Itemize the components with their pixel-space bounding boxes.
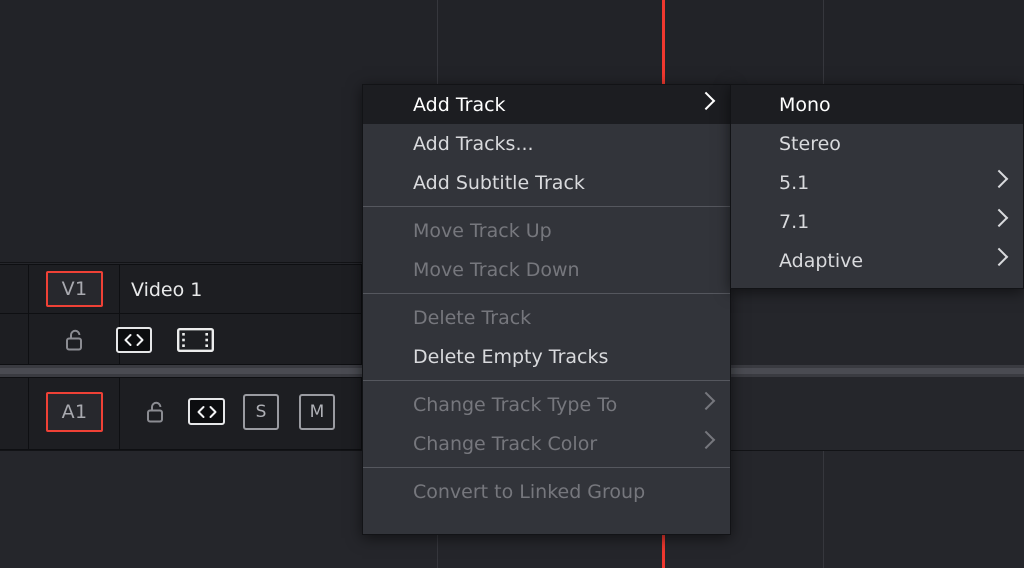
timeline-window: V1 Video 1 A1 S M Add Track Add Tracks..… [0, 0, 1024, 568]
solo-button[interactable]: S [243, 394, 279, 430]
menu-item-delete-track: Delete Track [363, 298, 730, 337]
submenu-item-71[interactable]: 7.1 [731, 202, 1023, 241]
menu-separator [363, 380, 730, 381]
menu-item-change-track-type-to: Change Track Type To [363, 385, 730, 424]
menu-item-label: Move Track Down [413, 258, 580, 281]
lock-open-icon[interactable] [143, 398, 169, 426]
menu-item-label: Delete Track [413, 306, 532, 329]
menu-item-convert-to-linked-group: Convert to Linked Group [363, 472, 730, 511]
video-track-icon[interactable] [177, 328, 214, 352]
menu-separator [363, 293, 730, 294]
auto-select-glyph [124, 334, 144, 346]
lock-open-glyph [66, 329, 82, 351]
menu-item-label: Convert to Linked Group [413, 480, 646, 503]
menu-item-label: Change Track Type To [413, 393, 618, 416]
auto-select-icon[interactable] [188, 398, 225, 425]
track-number-v1[interactable]: V1 [46, 271, 103, 307]
chevron-right-icon [696, 391, 716, 410]
mute-label: M [309, 401, 325, 422]
lock-open-glyph [147, 401, 163, 423]
menu-item-delete-empty-tracks[interactable]: Delete Empty Tracks [363, 337, 730, 376]
submenu-item-51[interactable]: 5.1 [731, 163, 1023, 202]
menu-item-label: Mono [779, 93, 831, 116]
add-track-submenu[interactable]: Mono Stereo 5.1 7.1 Adaptive [730, 84, 1024, 289]
chevron-right-icon [989, 169, 1009, 188]
menu-item-move-track-down: Move Track Down [363, 250, 730, 289]
track-context-menu[interactable]: Add Track Add Tracks... Add Subtitle Tra… [362, 84, 731, 535]
chevron-right-icon [696, 430, 716, 449]
header-column-sep [119, 377, 120, 450]
menu-item-label: Stereo [779, 132, 841, 155]
mute-button[interactable]: M [299, 394, 335, 430]
chevron-right-icon [989, 247, 1009, 266]
menu-separator [363, 206, 730, 207]
header-column-sep [28, 264, 29, 365]
menu-item-label: Move Track Up [413, 219, 552, 242]
menu-item-add-track[interactable]: Add Track [363, 85, 730, 124]
menu-item-label: Change Track Color [413, 432, 598, 455]
menu-item-change-track-color: Change Track Color [363, 424, 730, 463]
chevron-right-icon [989, 208, 1009, 227]
track-name-v1[interactable]: Video 1 [131, 281, 202, 300]
menu-item-add-tracks[interactable]: Add Tracks... [363, 124, 730, 163]
auto-select-icon[interactable] [116, 327, 152, 353]
menu-separator [363, 467, 730, 468]
lock-open-icon[interactable] [62, 327, 88, 353]
menu-item-label: Add Tracks... [413, 132, 534, 155]
menu-item-label: Add Track [413, 93, 506, 116]
header-column-sep [28, 377, 29, 450]
submenu-item-mono[interactable]: Mono [731, 85, 1023, 124]
menu-item-label: 7.1 [779, 210, 810, 233]
submenu-item-stereo[interactable]: Stereo [731, 124, 1023, 163]
menu-item-label: Adaptive [779, 249, 864, 272]
track-number-a1[interactable]: A1 [46, 392, 103, 432]
menu-item-label: Add Subtitle Track [413, 171, 585, 194]
menu-item-label: 5.1 [779, 171, 810, 194]
submenu-item-adaptive[interactable]: Adaptive [731, 241, 1023, 280]
solo-label: S [255, 401, 267, 422]
menu-item-move-track-up: Move Track Up [363, 211, 730, 250]
chevron-right-icon [696, 91, 716, 110]
auto-select-glyph [197, 405, 216, 418]
filmstrip-glyph [177, 328, 214, 352]
timeline-gridline [823, 451, 824, 568]
menu-item-label: Delete Empty Tracks [413, 345, 609, 368]
menu-item-add-subtitle-track[interactable]: Add Subtitle Track [363, 163, 730, 202]
